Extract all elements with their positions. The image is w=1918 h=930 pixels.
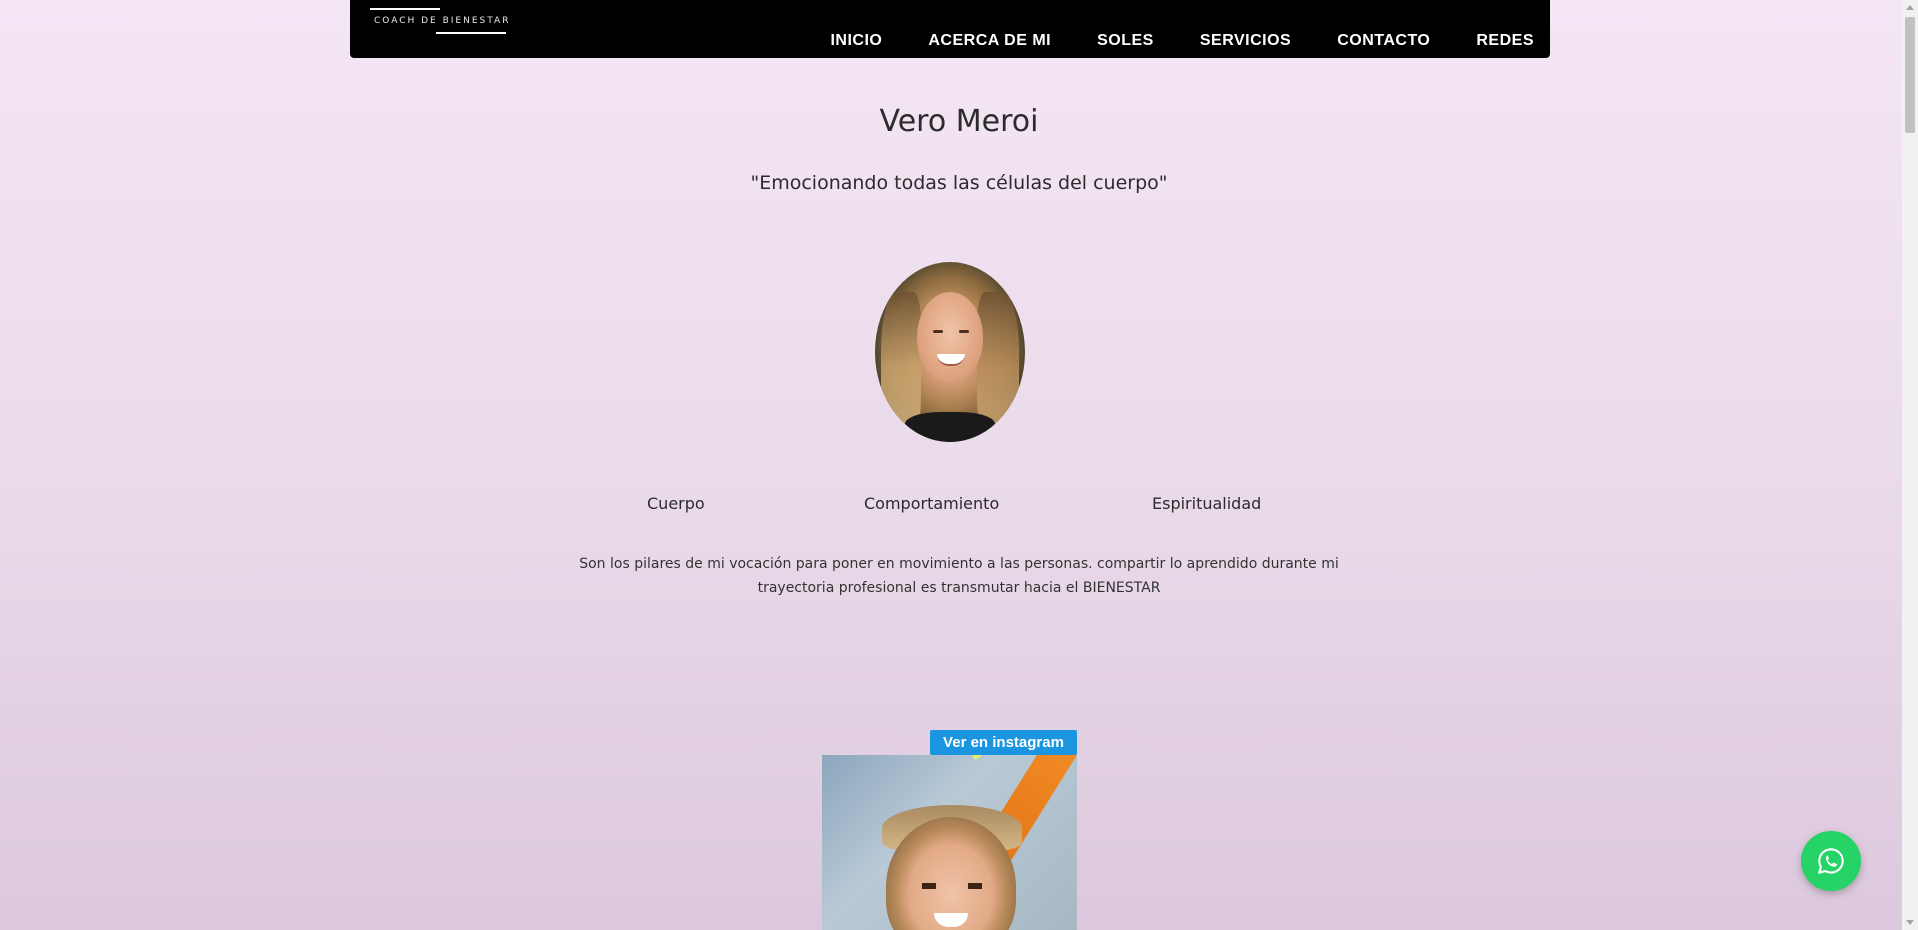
- scrollbar-thumb[interactable]: [1905, 17, 1915, 133]
- logo-line-bottom: [436, 32, 506, 34]
- nav-item-servicios[interactable]: SERVICIOS: [1200, 32, 1291, 50]
- site-logo[interactable]: COACH DE BIENESTAR: [370, 8, 508, 36]
- logo-text: COACH DE BIENESTAR: [374, 16, 511, 26]
- vertical-scrollbar[interactable]: [1902, 0, 1918, 930]
- pillars-description: Son los pilares de mi vocación para pone…: [579, 556, 1339, 596]
- nav-item-acerca-de-mi[interactable]: ACERCA DE MI: [928, 32, 1051, 50]
- profile-photo: [875, 262, 1025, 442]
- pillar-cuerpo: Cuerpo: [647, 494, 705, 513]
- photo-face: [917, 292, 983, 382]
- nav-menu: INICIO ACERCA DE MI SOLES SERVICIOS CONT…: [784, 32, 1534, 50]
- top-navbar: COACH DE BIENESTAR INICIO ACERCA DE MI S…: [350, 0, 1550, 58]
- photo-eye-left: [933, 330, 943, 333]
- nav-item-inicio[interactable]: INICIO: [830, 32, 882, 50]
- whatsapp-button[interactable]: [1801, 831, 1861, 891]
- instagram-post-image[interactable]: [822, 755, 1077, 930]
- photo-shirt: [905, 412, 995, 442]
- nav-item-contacto[interactable]: CONTACTO: [1337, 32, 1430, 50]
- whatsapp-icon: [1818, 848, 1844, 874]
- tagline: "Emocionando todas las células del cuerp…: [750, 172, 1168, 194]
- page-title: Vero Meroi: [879, 104, 1039, 139]
- scroll-down-arrow[interactable]: [1906, 920, 1914, 925]
- logo-line-top: [370, 8, 440, 10]
- nav-item-soles[interactable]: SOLES: [1097, 32, 1154, 50]
- pillar-comportamiento: Comportamiento: [864, 494, 1000, 513]
- nav-item-redes[interactable]: REDES: [1476, 32, 1534, 50]
- photo-eye-right: [959, 330, 969, 333]
- scroll-up-arrow[interactable]: [1906, 5, 1914, 10]
- post-eyes: [922, 883, 982, 889]
- pillar-espiritualidad: Espiritualidad: [1152, 494, 1262, 513]
- view-on-instagram-button[interactable]: Ver en instagram: [930, 730, 1077, 755]
